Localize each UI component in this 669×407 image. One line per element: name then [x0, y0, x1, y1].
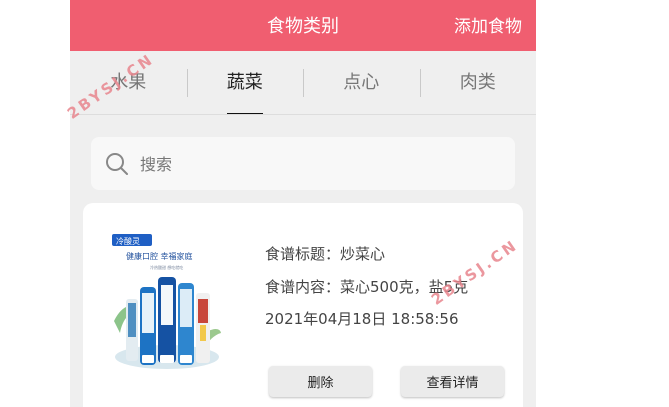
recipe-thumbnail: 冷酸灵 健康口腔 幸福家庭 冷热酸甜 想吃就吃 [112, 229, 222, 374]
recipe-card[interactable]: 冷酸灵 健康口腔 幸福家庭 冷热酸甜 想吃就吃 食谱标题：炒菜心 食谱内容：菜心… [83, 203, 523, 407]
brand-logo: 冷酸灵 [116, 236, 140, 246]
recipe-title: 食谱标题：炒菜心 [265, 245, 386, 263]
tab-meat[interactable]: 肉类 [419, 51, 537, 115]
app-header: 食物类别 添加食物 [70, 0, 536, 51]
image-slogan: 健康口腔 幸福家庭 [126, 251, 193, 261]
search-bar[interactable] [91, 137, 515, 190]
tab-snack[interactable]: 点心 [303, 51, 420, 115]
tabs-divider [70, 114, 536, 115]
recipe-datetime: 2021年04月18日 18:58:56 [265, 310, 459, 328]
search-icon [106, 153, 128, 175]
tab-vegetable[interactable]: 蔬菜 [186, 51, 304, 115]
add-food-button[interactable]: 添加食物 [454, 12, 522, 37]
view-details-button[interactable]: 查看详情 [401, 366, 504, 397]
search-input[interactable] [138, 149, 502, 179]
delete-button[interactable]: 删除 [269, 366, 372, 397]
image-subtext: 冷热酸甜 想吃就吃 [150, 264, 183, 270]
